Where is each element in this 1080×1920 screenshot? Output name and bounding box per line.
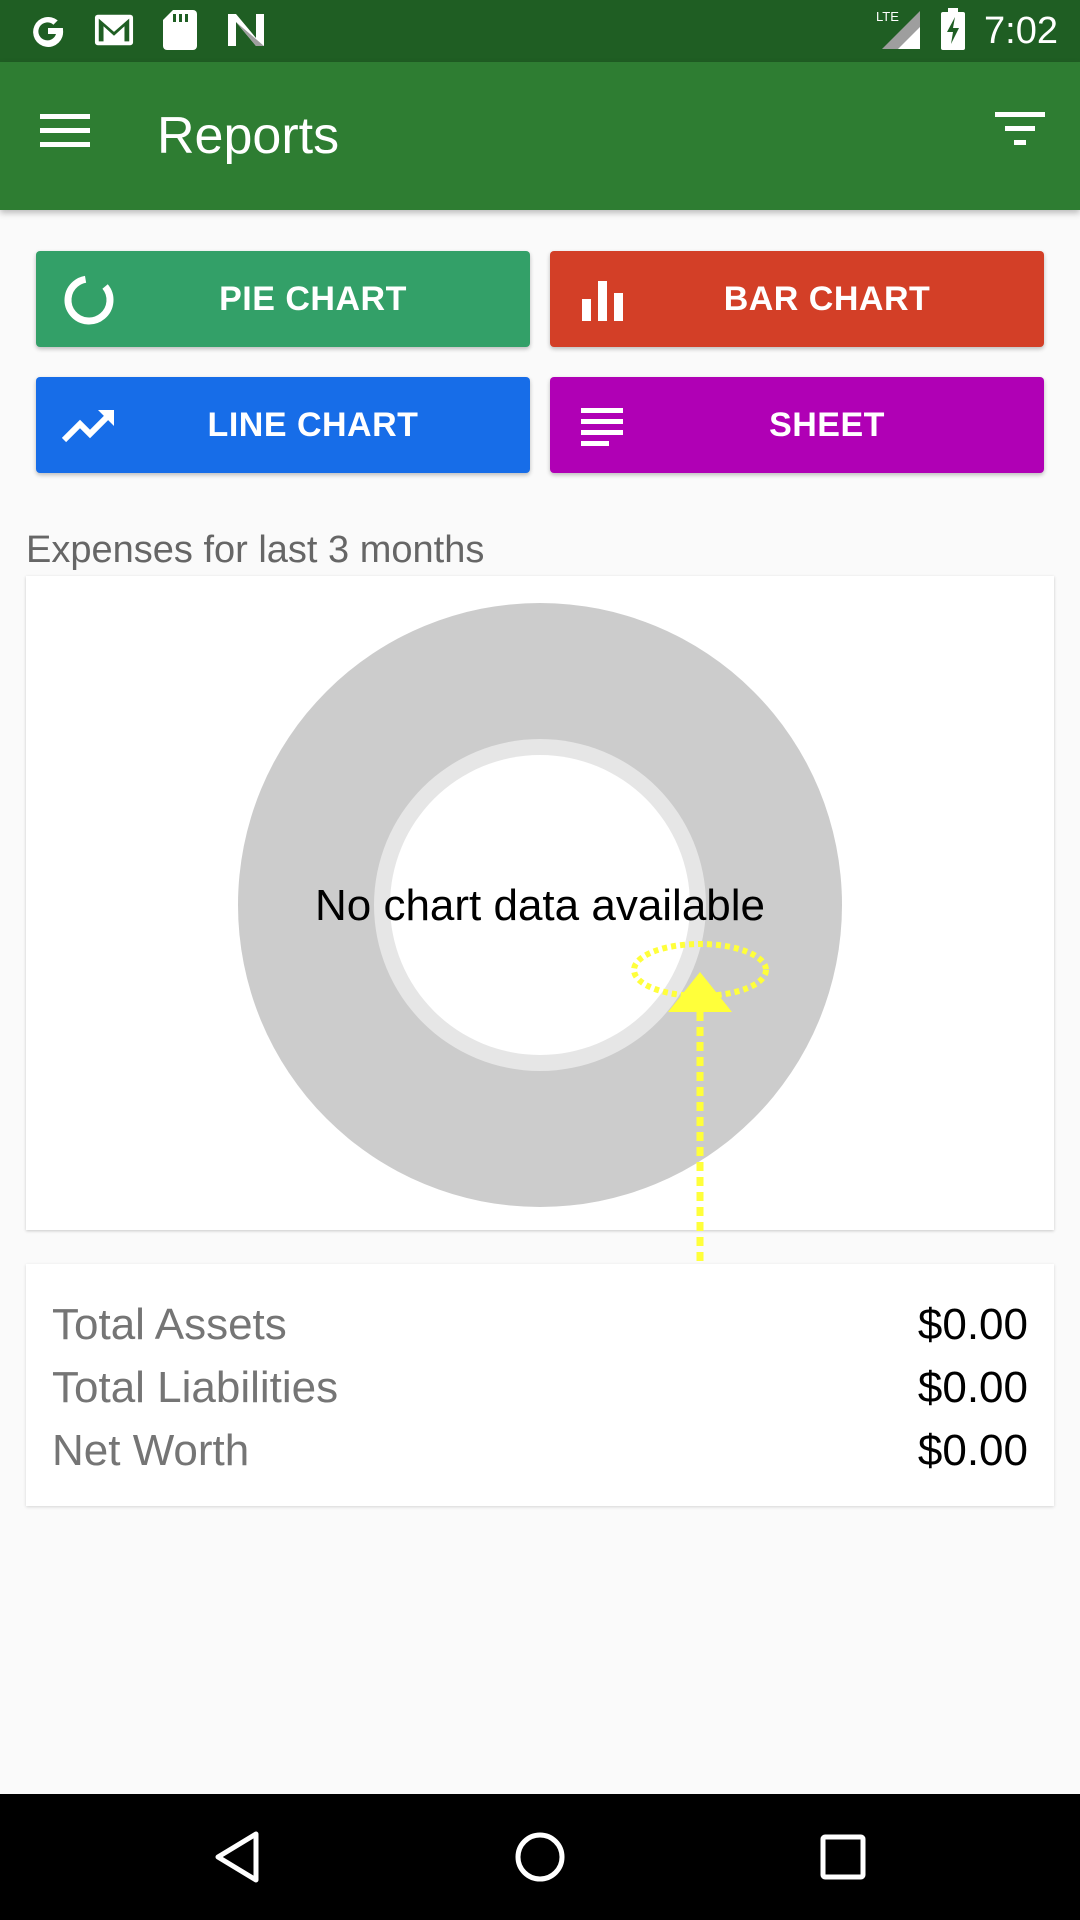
- n-icon: [226, 8, 266, 52]
- pie-chart-button[interactable]: PIE CHART: [36, 251, 530, 347]
- lte-signal-icon: LTE: [876, 7, 922, 56]
- app-bar: Reports: [0, 62, 1080, 210]
- bar-chart-button[interactable]: BAR CHART: [550, 251, 1044, 347]
- recents-icon[interactable]: [810, 1824, 876, 1890]
- filter-icon[interactable]: [994, 108, 1050, 164]
- totals-card: Total Assets $0.00 Total Liabilities $0.…: [26, 1264, 1054, 1506]
- chart-section-title: Expenses for last 3 months: [26, 529, 485, 571]
- sd-card-icon: [160, 8, 200, 52]
- status-clock: 7:02: [984, 9, 1058, 52]
- back-icon[interactable]: [204, 1824, 270, 1890]
- pie-chart-icon: [62, 273, 116, 327]
- menu-icon[interactable]: [40, 110, 104, 162]
- status-icons-left: [28, 8, 266, 52]
- page-title: Reports: [157, 107, 340, 165]
- no-chart-data-message: No chart data available: [314, 881, 766, 930]
- chart-card: No chart data available: [26, 576, 1054, 1230]
- bar-chart-icon: [576, 273, 630, 327]
- status-right: LTE 7:02: [876, 6, 1058, 56]
- line-chart-icon: [62, 399, 116, 453]
- google-icon: [28, 8, 68, 52]
- svg-text:LTE: LTE: [876, 9, 899, 24]
- gmail-icon: [94, 8, 134, 52]
- net-worth-value: $0.00: [917, 1426, 1028, 1475]
- battery-charging-icon: [940, 7, 966, 55]
- total-liabilities-value: $0.00: [917, 1363, 1028, 1412]
- sheet-icon: [576, 399, 630, 453]
- status-bar: LTE 7:02: [0, 0, 1080, 62]
- net-worth-label: Net Worth: [52, 1426, 250, 1475]
- line-chart-button[interactable]: LINE CHART: [36, 377, 530, 473]
- total-liabilities-row: Total Liabilities $0.00: [52, 1357, 1028, 1419]
- home-icon[interactable]: [507, 1824, 573, 1890]
- navigation-bar: [0, 1794, 1080, 1920]
- total-liabilities-label: Total Liabilities: [52, 1363, 339, 1412]
- total-assets-row: Total Assets $0.00: [52, 1294, 1028, 1356]
- total-assets-value: $0.00: [917, 1300, 1028, 1349]
- sheet-button[interactable]: SHEET: [550, 377, 1044, 473]
- net-worth-row: Net Worth $0.00: [52, 1420, 1028, 1482]
- total-assets-label: Total Assets: [52, 1300, 287, 1349]
